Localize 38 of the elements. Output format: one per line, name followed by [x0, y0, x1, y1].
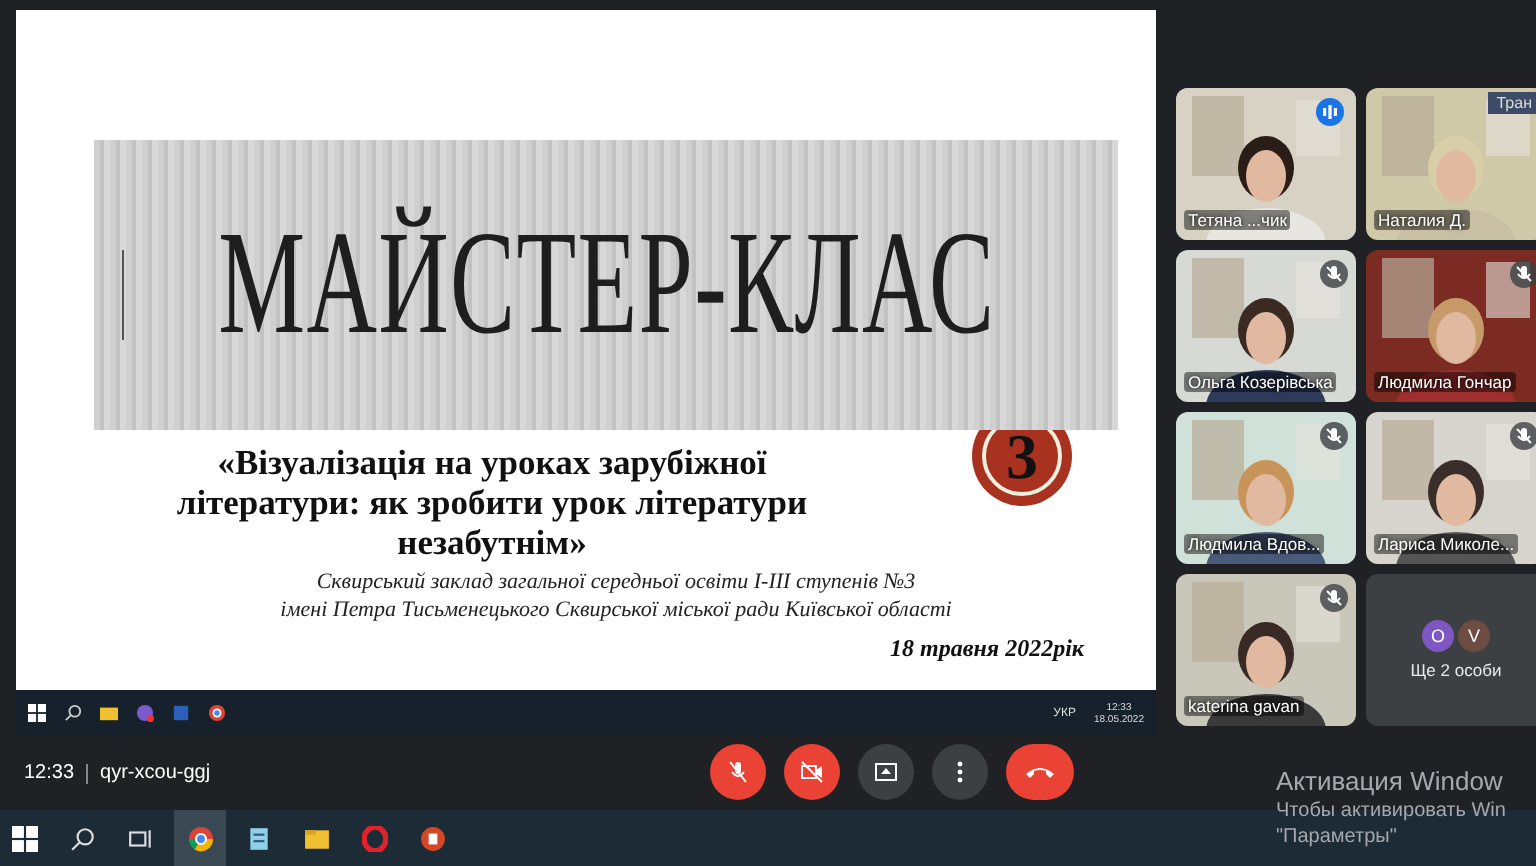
avatar: О	[1422, 620, 1454, 652]
search-icon[interactable]	[70, 825, 96, 851]
activation-link[interactable]: "Параметры"	[1276, 824, 1506, 850]
chat-icon[interactable]	[136, 704, 154, 722]
notepad-icon[interactable]	[246, 825, 272, 851]
participant-name: Тетяна ...чик	[1184, 210, 1291, 230]
browser-icon[interactable]	[187, 825, 213, 851]
activation-title: Активация Window	[1276, 766, 1505, 798]
microphone-icon	[724, 758, 752, 786]
camera-button[interactable]	[784, 744, 840, 800]
meeting-code: qyr-xcou-ggj	[100, 762, 211, 784]
participant-name: Людмила Гончар	[1374, 372, 1516, 392]
hang-up-button[interactable]	[1006, 744, 1074, 800]
broadcast-label: Тран	[1488, 92, 1536, 114]
folder-icon[interactable]	[304, 825, 330, 851]
present-screen-icon	[872, 758, 900, 786]
windows-icon[interactable]	[12, 825, 38, 851]
presentation-icon[interactable]	[420, 825, 446, 851]
slide-subtitle: Сквирський заклад загальної середньої освіти І-ІІІ ступенів №3 імені Петра Тисьменецького Сквирської міської ради Київської області	[280, 568, 952, 624]
phone-icon	[1024, 762, 1056, 782]
folder-icon[interactable]	[100, 704, 118, 722]
slide-title: МАЙСТЕР-КЛАС	[217, 200, 995, 370]
browser-icon[interactable]	[208, 704, 226, 722]
meeting-time: 12:33	[24, 762, 75, 784]
more-participants-label: Ще 2 особи	[1410, 660, 1502, 680]
search-icon[interactable]	[64, 704, 82, 722]
avatar: V	[1458, 620, 1490, 652]
more-options-button[interactable]	[932, 744, 988, 800]
camera-icon	[798, 758, 826, 786]
document-icon[interactable]	[172, 704, 190, 722]
opera-icon[interactable]	[362, 825, 388, 851]
activation-text: Чтобы активировать Win	[1276, 798, 1506, 824]
microphone-button[interactable]	[710, 744, 766, 800]
task-view-icon[interactable]	[128, 825, 154, 851]
slide-date: 18 травня 2022рік	[890, 634, 1084, 664]
present-button[interactable]	[858, 744, 914, 800]
slide-quote: «Візуалізація на уроках зарубіжної літератури: як зробити урок літератури незабутнім»	[174, 442, 810, 562]
windows-icon[interactable]	[28, 704, 46, 722]
